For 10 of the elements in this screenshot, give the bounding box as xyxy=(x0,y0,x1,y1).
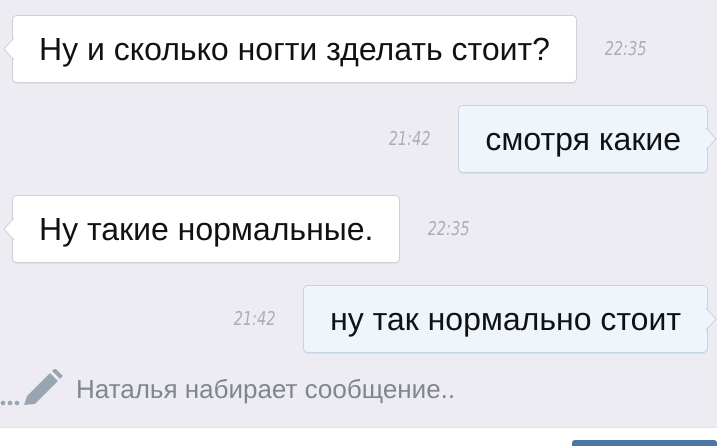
message-time: 21:42 xyxy=(234,308,276,330)
message-time: 22:35 xyxy=(604,38,647,60)
bubble-tail xyxy=(3,218,14,240)
typing-status: Наталья набирает сообщение.. xyxy=(76,374,456,404)
bubble-tail xyxy=(3,38,14,60)
bubble-tail xyxy=(706,128,717,150)
send-button[interactable] xyxy=(572,440,717,446)
bubble-tail xyxy=(706,308,717,330)
message-time: 21:42 xyxy=(388,128,431,150)
message-time: 22:35 xyxy=(428,218,470,240)
